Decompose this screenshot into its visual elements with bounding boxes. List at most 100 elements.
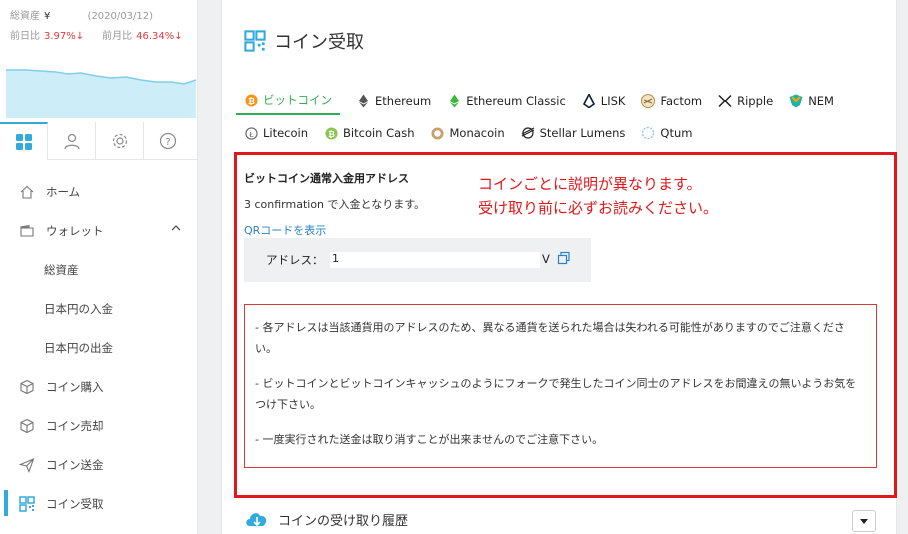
address-box: アドレス： 1 V <box>244 238 591 282</box>
lisk-icon <box>582 94 595 108</box>
sidebar-item-coin-receive[interactable]: コイン受取 <box>0 484 197 523</box>
page-title-text: コイン受取 <box>274 32 364 53</box>
grid-icon <box>15 134 32 150</box>
stellar-icon <box>521 127 534 139</box>
show-qr-link[interactable]: QRコードを表示 <box>244 222 326 238</box>
qtum-icon <box>642 126 655 140</box>
day-change-label: 前日比 <box>10 31 40 42</box>
qr-icon <box>244 30 266 52</box>
tab-ethereum[interactable]: Ethereum <box>356 87 431 115</box>
chevron-up-icon <box>171 225 181 231</box>
sidebar-item-coin-send[interactable]: コイン送金 <box>0 445 197 484</box>
sidebar-item-label: コイン受取 <box>46 496 104 511</box>
address-end: V <box>542 252 550 266</box>
tab-monacoin[interactable]: Monacoin <box>430 119 505 147</box>
history-header[interactable]: コインの受け取り履歴 <box>244 508 408 530</box>
user-icon <box>63 133 80 150</box>
sidebar-item-coin-sell[interactable]: コイン売却 <box>0 406 197 445</box>
tab-stellar-lumens[interactable]: Stellar Lumens <box>521 119 626 147</box>
tab-label: Factom <box>660 94 703 108</box>
sidebar-item-total-assets[interactable]: 総資産 <box>0 250 197 289</box>
nem-icon <box>789 94 803 108</box>
month-change-value: 46.34%↓ <box>136 31 183 42</box>
copy-icon[interactable] <box>557 251 571 265</box>
annotation-note: コインごとに説明が異なります。 受け取り前に必ずお読みください。 <box>478 172 718 220</box>
send-icon <box>19 457 35 473</box>
tab-label: Monacoin <box>449 126 505 140</box>
tab-label: Litecoin <box>263 126 309 140</box>
confirmation-text: 3 confirmation で入金となります。 <box>244 198 426 211</box>
tab-bitcoin-cash[interactable]: ₿ Bitcoin Cash <box>324 119 414 147</box>
tab-help[interactable]: ? <box>144 122 192 160</box>
tab-bitcoin[interactable]: ₿ ビットコイン <box>236 87 340 115</box>
svg-text:₿: ₿ <box>328 128 335 138</box>
history-toggle-button[interactable] <box>852 510 876 532</box>
warning-text: - ビットコインとビットコインキャッシュのようにフォークで発生したコイン同士のア… <box>255 377 857 411</box>
sidebar-item-label: 日本円の入金 <box>44 301 113 316</box>
ripple-icon <box>718 94 732 108</box>
sidebar-icon-tabs: ? <box>0 122 197 160</box>
ethereum-classic-icon <box>449 94 459 108</box>
gear-icon <box>112 133 127 149</box>
svg-text:Ł: Ł <box>248 129 254 138</box>
sidebar-item-jpy-withdraw[interactable]: 日本円の出金 <box>0 328 197 367</box>
sidebar: 総資産 ¥ (2020/03/12) 前日比 3.97%↓ 前月比 46.34%… <box>0 0 198 534</box>
caret-down-icon <box>860 518 868 524</box>
help-icon: ? <box>159 132 177 150</box>
main-panel: コイン受取 ₿ ビットコイン Ethereum Ethereum Classic… <box>221 0 897 534</box>
monacoin-icon <box>431 126 444 140</box>
tab-label: Ethereum <box>375 94 432 108</box>
sidebar-item-label: ウォレット <box>46 223 104 238</box>
home-icon <box>20 185 34 199</box>
factom-icon <box>641 94 656 108</box>
sidebar-item-label: ホーム <box>46 184 81 199</box>
sidebar-item-wallet[interactable]: ウォレット <box>0 211 197 250</box>
tab-account[interactable] <box>48 122 96 160</box>
tab-factom[interactable]: Factom <box>641 87 702 115</box>
page-title: コイン受取 <box>244 28 364 54</box>
sidebar-item-label: 総資産 <box>44 262 79 277</box>
tab-dashboard[interactable] <box>0 122 48 160</box>
tab-ethereum-classic[interactable]: Ethereum Classic <box>447 87 566 115</box>
sidebar-item-home[interactable]: ホーム <box>0 172 197 211</box>
sidebar-item-label: コイン購入 <box>46 379 104 394</box>
coin-tabs: ₿ ビットコイン Ethereum Ethereum Classic LISK … <box>236 86 884 148</box>
asset-sparkline <box>6 69 196 118</box>
tab-settings[interactable] <box>96 122 144 160</box>
tab-label: ビットコイン <box>263 93 332 107</box>
total-assets-label: 総資産 <box>10 11 40 22</box>
sidebar-nav: ホーム ウォレット 総資産 日本円の入金 日本円の出金 コイン購入 コイン売却 … <box>0 160 197 523</box>
sidebar-item-label: 日本円の出金 <box>44 340 113 355</box>
month-change-label: 前月比 <box>102 31 133 42</box>
annotation-line-2: 受け取り前に必ずお読みください。 <box>478 199 719 217</box>
tab-litecoin[interactable]: Ł Litecoin <box>244 119 308 147</box>
tab-qtum[interactable]: Qtum <box>641 119 692 147</box>
day-change-value: 3.97%↓ <box>44 31 85 42</box>
tab-lisk[interactable]: LISK <box>582 87 626 115</box>
bitcoin-cash-icon: ₿ <box>324 126 338 140</box>
warning-text: - 各アドレスは当該通貨用のアドレスのため、異なる通貨を送られた場合は失われる可… <box>255 321 845 355</box>
sidebar-item-coin-buy[interactable]: コイン購入 <box>0 367 197 406</box>
svg-text:₿: ₿ <box>248 95 255 105</box>
wallet-icon <box>20 224 34 237</box>
bitcoin-icon: ₿ <box>244 93 258 107</box>
tab-label: Stellar Lumens <box>539 126 626 140</box>
cube-icon <box>20 418 34 433</box>
warning-text: - 一度実行された送金は取り消すことが出来ませんのでご注意下さい。 <box>255 433 604 446</box>
asset-date: (2020/03/12) <box>87 11 153 22</box>
address-value[interactable]: 1 <box>330 252 540 268</box>
qr-icon <box>19 495 35 512</box>
sidebar-item-jpy-deposit[interactable]: 日本円の入金 <box>0 289 197 328</box>
total-assets-value: ¥ <box>44 11 51 22</box>
sidebar-item-label: コイン送金 <box>46 457 104 472</box>
tab-ripple[interactable]: Ripple <box>718 87 773 115</box>
cloud-download-icon <box>246 513 267 527</box>
tab-label: LISK <box>600 94 626 108</box>
annotation-line-1: コインごとに説明が異なります。 <box>478 175 702 193</box>
tab-label: Bitcoin Cash <box>343 126 415 140</box>
tab-label: Ethereum Classic <box>466 94 566 108</box>
tab-nem[interactable]: NEM <box>789 87 834 115</box>
warning-box: - 各アドレスは当該通貨用のアドレスのため、異なる通貨を送られた場合は失われる可… <box>244 304 877 468</box>
ethereum-icon <box>358 94 368 108</box>
litecoin-icon: Ł <box>244 126 258 140</box>
